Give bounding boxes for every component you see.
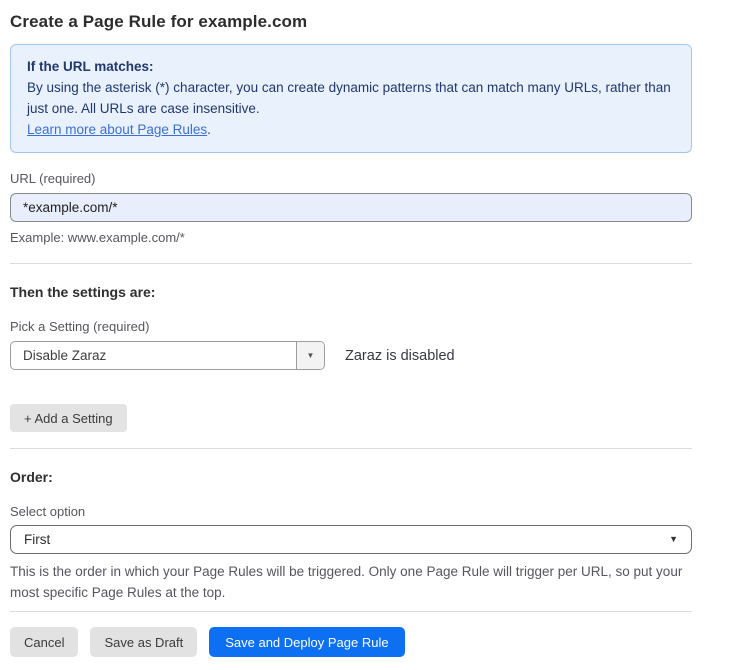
learn-more-link[interactable]: Learn more about Page Rules bbox=[27, 122, 207, 137]
setting-dropdown-value: Disable Zaraz bbox=[11, 342, 296, 369]
url-field-label: URL (required) bbox=[10, 171, 692, 187]
setting-status-text: Zaraz is disabled bbox=[345, 348, 455, 364]
order-helper-text: This is the order in which your Page Rul… bbox=[10, 561, 692, 603]
info-box-heading: If the URL matches: bbox=[27, 56, 675, 77]
save-as-draft-button[interactable]: Save as Draft bbox=[90, 627, 197, 657]
add-setting-button[interactable]: + Add a Setting bbox=[10, 404, 127, 432]
order-select-value: First bbox=[24, 532, 669, 547]
setting-dropdown[interactable]: Disable Zaraz ▼ bbox=[10, 341, 325, 370]
divider bbox=[10, 448, 692, 449]
cancel-button[interactable]: Cancel bbox=[10, 627, 78, 657]
dropdown-arrow-segment[interactable]: ▼ bbox=[296, 342, 324, 369]
divider bbox=[10, 263, 692, 264]
url-input[interactable] bbox=[10, 193, 692, 222]
page-title: Create a Page Rule for example.com bbox=[10, 12, 692, 32]
divider bbox=[10, 611, 692, 612]
info-box-link-line: Learn more about Page Rules. bbox=[27, 119, 675, 140]
order-section-heading: Order: bbox=[10, 469, 692, 486]
order-select-label: Select option bbox=[10, 504, 692, 520]
form-actions: Cancel Save as Draft Save and Deploy Pag… bbox=[10, 627, 692, 657]
settings-section-heading: Then the settings are: bbox=[10, 284, 692, 301]
setting-row: Disable Zaraz ▼ Zaraz is disabled bbox=[10, 341, 692, 370]
url-example-helper: Example: www.example.com/* bbox=[10, 229, 692, 247]
chevron-down-icon: ▼ bbox=[669, 535, 678, 544]
chevron-down-icon: ▼ bbox=[307, 352, 315, 360]
url-match-info-box: If the URL matches: By using the asteris… bbox=[10, 44, 692, 153]
page-rule-form: Create a Page Rule for example.com If th… bbox=[0, 0, 692, 657]
save-and-deploy-button[interactable]: Save and Deploy Page Rule bbox=[209, 627, 404, 657]
link-suffix: . bbox=[207, 122, 211, 137]
info-box-body: By using the asterisk (*) character, you… bbox=[27, 77, 675, 119]
order-select[interactable]: First ▼ bbox=[10, 525, 692, 554]
pick-setting-label: Pick a Setting (required) bbox=[10, 319, 692, 335]
